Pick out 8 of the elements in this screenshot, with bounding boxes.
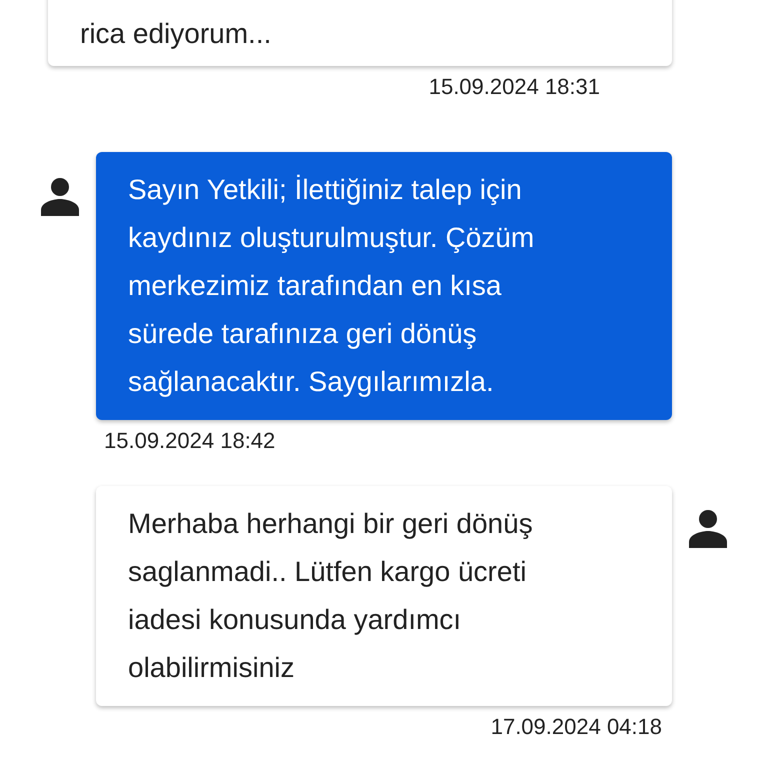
timestamp: 15.09.2024 18:42 bbox=[104, 427, 276, 455]
person-icon bbox=[40, 176, 80, 216]
timestamp: 17.09.2024 04:18 bbox=[490, 713, 662, 741]
timestamp: 15.09.2024 18:31 bbox=[428, 73, 600, 101]
message-bubble: Merhaba herhangi bir geri dönüş saglanmadi.. Lütfen kargo ücreti iadesi konusunda yardımcı olabilirmisiniz bbox=[96, 486, 672, 706]
message-bubble: rica ediyorum... bbox=[48, 0, 672, 66]
message-bubble: Sayın Yetkili; İlettiğiniz talep için kaydınız oluşturulmuştur. Çözüm merkezimiz tarafından en kısa sürede tarafınıza geri dönüş sağlanacaktır. Saygılarımızla. bbox=[96, 152, 672, 420]
person-icon bbox=[688, 508, 728, 548]
